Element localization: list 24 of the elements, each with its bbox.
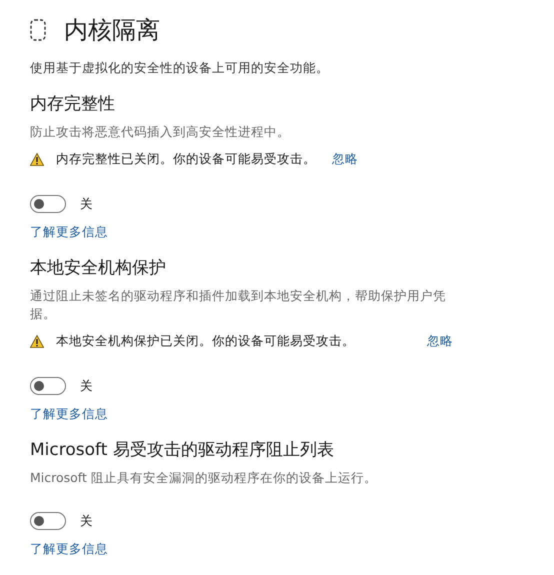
warning-message: 本地安全机构保护已关闭。你的设备可能易受攻击。	[56, 332, 355, 350]
dismiss-link[interactable]: 忽略	[427, 332, 453, 350]
shield-frame-icon	[30, 19, 46, 41]
page-title: 内核隔离	[64, 15, 160, 46]
section-heading: Microsoft 易受攻击的驱动程序阻止列表	[30, 439, 335, 462]
warning-icon	[30, 334, 44, 348]
warning-icon	[30, 152, 44, 166]
page-description: 使用基于虚拟化的安全性的设备上可用的安全功能。	[30, 59, 330, 77]
section-heading: 内存完整性	[30, 93, 116, 116]
toggle-switch[interactable]	[30, 195, 66, 213]
dismiss-link[interactable]: 忽略	[332, 150, 358, 168]
toggle-switch[interactable]	[30, 512, 66, 530]
learn-more-link[interactable]: 了解更多信息	[30, 540, 108, 558]
toggle-switch[interactable]	[30, 377, 66, 395]
learn-more-link[interactable]: 了解更多信息	[30, 405, 108, 423]
toggle-label: 关	[80, 378, 93, 394]
section-description: 通过阻止未签名的驱动程序和插件加载到本地安全机构，帮助保护用户凭据。	[30, 287, 447, 323]
warning-message: 内存完整性已关闭。你的设备可能易受攻击。	[56, 150, 316, 168]
toggle-label: 关	[80, 196, 93, 212]
section-description: 防止攻击将恶意代码插入到高安全性进程中。	[30, 123, 291, 141]
learn-more-link[interactable]: 了解更多信息	[30, 223, 108, 241]
toggle-label: 关	[80, 512, 93, 530]
section-heading: 本地安全机构保护	[30, 257, 167, 280]
section-description: Microsoft 阻止具有安全漏洞的驱动程序在你的设备上运行。	[30, 469, 378, 487]
